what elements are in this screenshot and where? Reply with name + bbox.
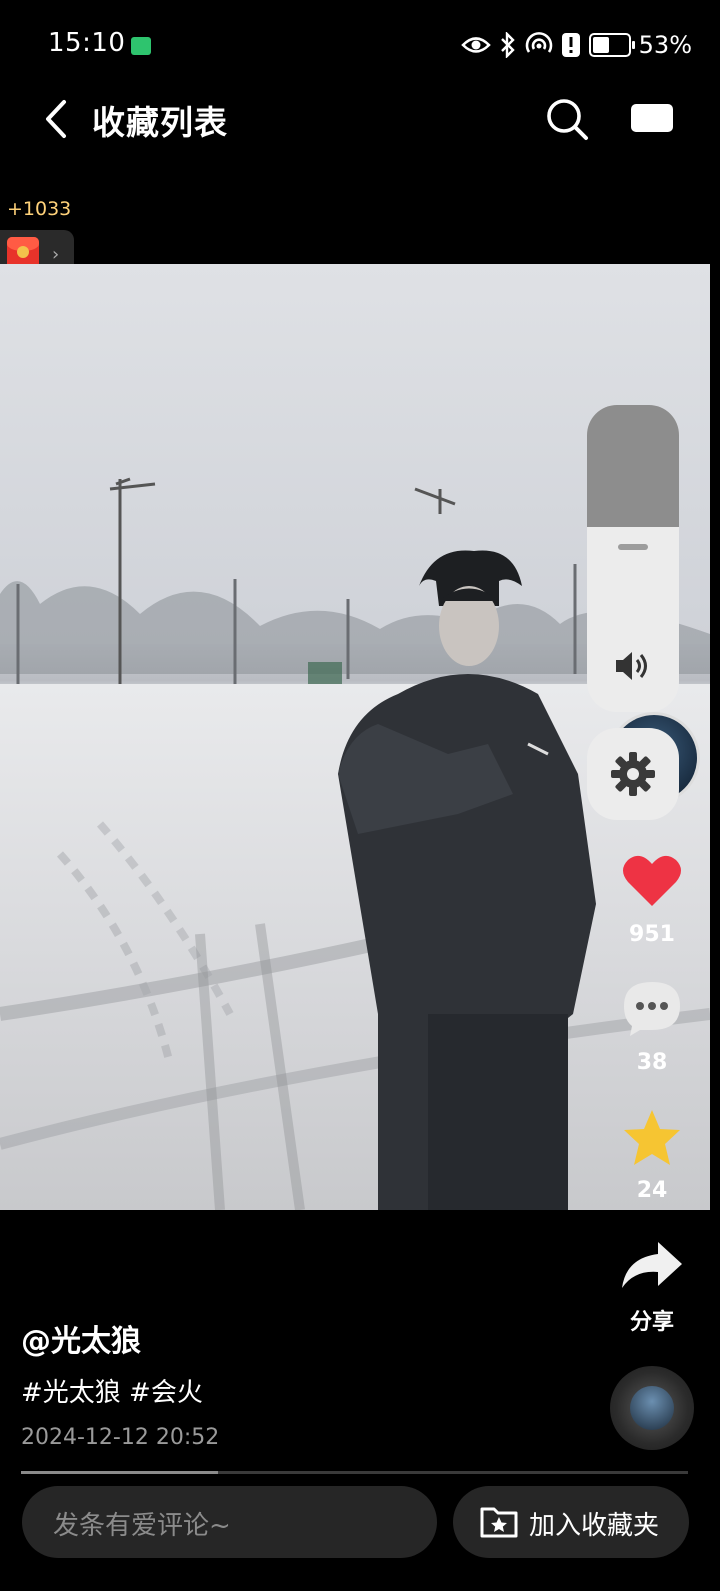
volume-slider[interactable] — [587, 405, 679, 712]
app-notification-icon — [131, 37, 151, 55]
battery-icon — [588, 33, 635, 57]
alert-icon — [561, 32, 581, 58]
person-figure — [338, 674, 596, 1210]
music-cover — [630, 1386, 674, 1430]
search-icon[interactable] — [544, 96, 590, 142]
chevron-right-icon[interactable]: › — [52, 244, 59, 265]
like-count: 951 — [629, 922, 675, 947]
status-time: 15:10 — [48, 28, 126, 58]
author-name[interactable]: @光太狼 — [21, 1316, 141, 1360]
bluetooth-icon — [499, 32, 517, 58]
add-to-collection-label[interactable]: 加入收藏夹 — [529, 1505, 659, 1542]
comment-placeholder[interactable]: 发条有爱评论~ — [53, 1505, 231, 1542]
battery-level — [592, 37, 609, 53]
share-label[interactable]: 分享 — [600, 1304, 704, 1336]
hotspot-icon — [525, 32, 553, 58]
eye-icon — [460, 34, 491, 56]
speaker-icon[interactable] — [613, 648, 653, 684]
coin-count: +1033 — [7, 198, 72, 220]
person-head — [419, 550, 522, 666]
comment-icon[interactable] — [622, 980, 682, 1038]
page-title: 收藏列表 — [92, 103, 228, 142]
folder-star-icon[interactable] — [479, 1503, 519, 1539]
gear-icon[interactable] — [609, 750, 657, 798]
battery-percent: 53% — [638, 31, 692, 59]
status-icons: 53% — [460, 28, 692, 62]
video-icon[interactable] — [629, 100, 675, 136]
star-icon[interactable] — [622, 1108, 682, 1168]
heart-icon[interactable] — [622, 852, 682, 908]
volume-grip[interactable] — [618, 544, 648, 550]
volume-empty-region — [587, 405, 679, 527]
back-arrow-icon[interactable] — [36, 96, 76, 142]
comment-count: 38 — [636, 1050, 668, 1075]
playback-progress-fill — [21, 1471, 218, 1474]
post-timestamp: 2024-12-12 20:52 — [21, 1425, 220, 1450]
share-arrow-icon[interactable] — [620, 1238, 684, 1292]
red-envelope-seal — [17, 246, 29, 258]
favorite-count: 24 — [636, 1178, 668, 1203]
hashtags[interactable]: #光太狼 #会火 — [21, 1372, 203, 1409]
